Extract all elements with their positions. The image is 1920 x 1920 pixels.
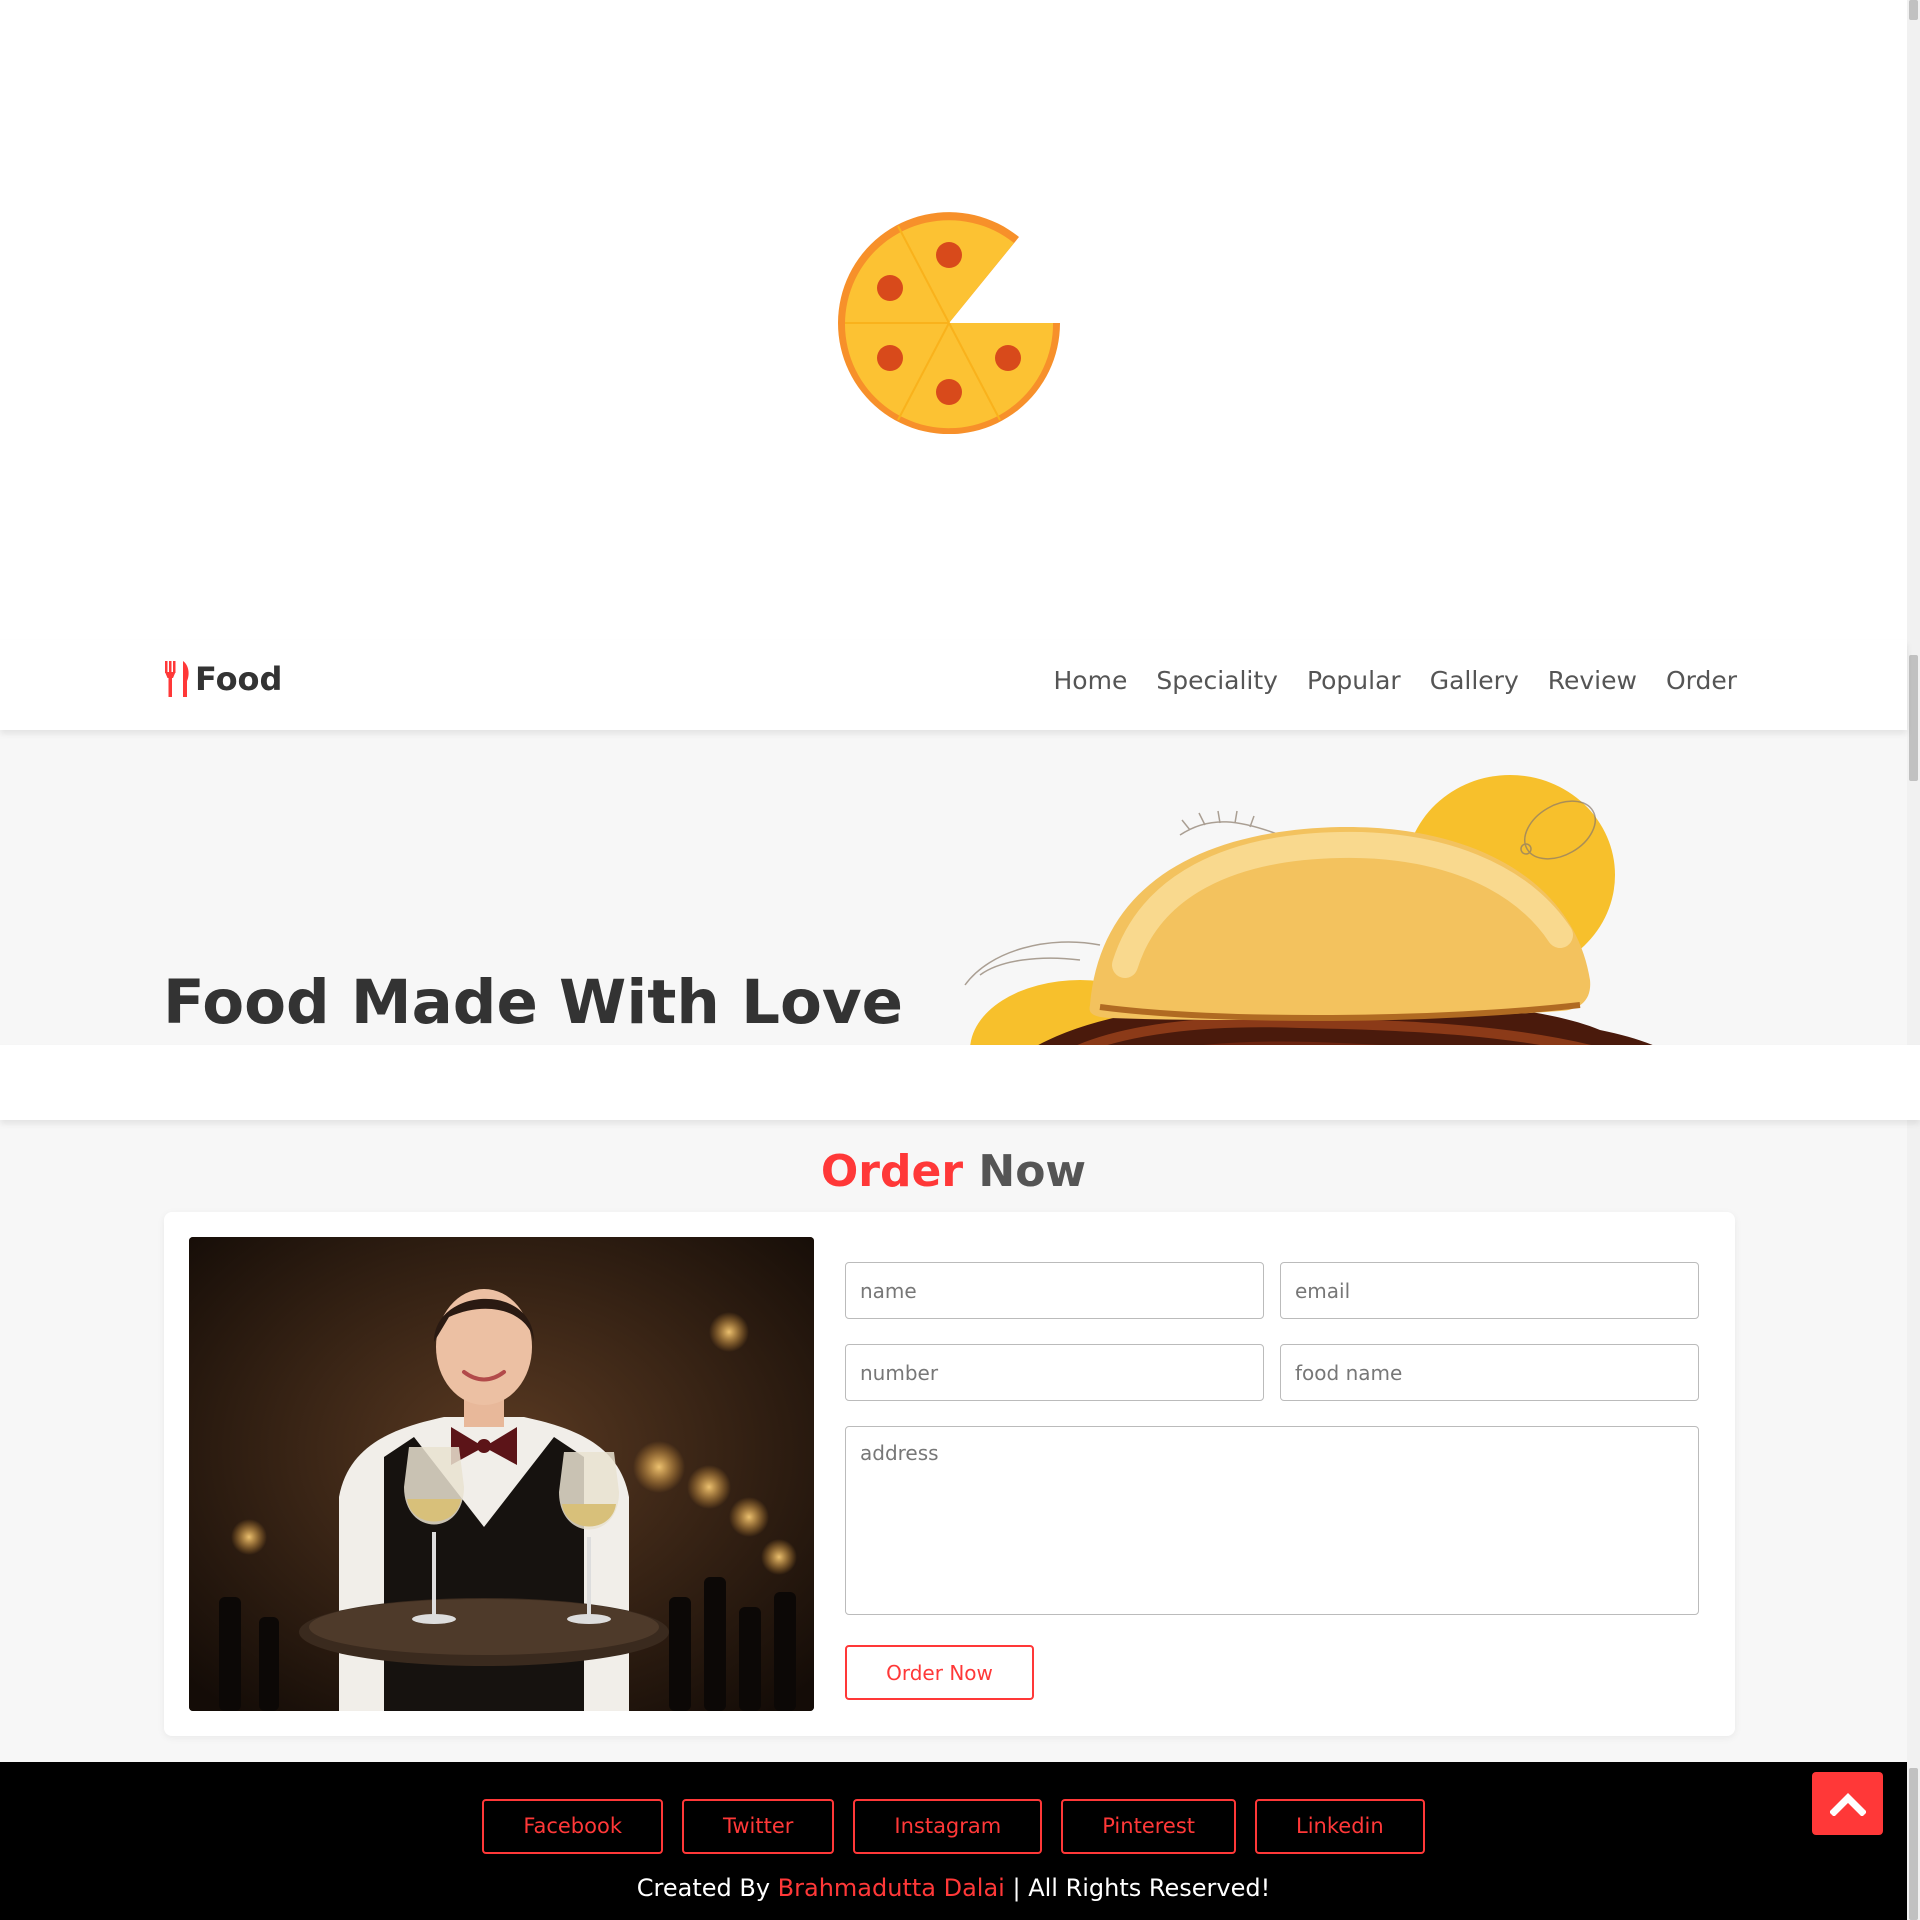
food-name-field[interactable] bbox=[1280, 1344, 1699, 1401]
facebook-link[interactable]: Facebook bbox=[482, 1799, 663, 1854]
pizza-icon bbox=[838, 212, 1060, 434]
instagram-link[interactable]: Instagram bbox=[853, 1799, 1043, 1854]
social-links: Facebook Twitter Instagram Pinterest Lin… bbox=[0, 1799, 1907, 1854]
number-field[interactable] bbox=[845, 1344, 1264, 1401]
logo-text: Food bbox=[195, 660, 283, 698]
scrollbar-thumb[interactable] bbox=[1909, 655, 1918, 781]
order-heading: Order Now bbox=[0, 1146, 1907, 1197]
order-now-button[interactable]: Order Now bbox=[845, 1645, 1034, 1700]
scroll-to-top-button[interactable] bbox=[1812, 1772, 1883, 1835]
nav-review[interactable]: Review bbox=[1548, 666, 1637, 695]
order-section: Order Now name email number food name ad… bbox=[0, 1120, 1907, 1762]
main-nav: Home Speciality Popular Gallery Review O… bbox=[1054, 666, 1738, 695]
name-field[interactable] bbox=[845, 1262, 1264, 1319]
chevron-up-icon bbox=[1829, 1792, 1866, 1816]
pinterest-link[interactable]: Pinterest bbox=[1061, 1799, 1237, 1854]
scrollbar-thumb-top[interactable] bbox=[1909, 0, 1918, 20]
credit-text: Created By Brahmadutta Dalai | All Right… bbox=[0, 1874, 1907, 1902]
section-divider bbox=[0, 1045, 1920, 1120]
nav-popular[interactable]: Popular bbox=[1307, 666, 1401, 695]
email-field[interactable] bbox=[1280, 1262, 1699, 1319]
nav-speciality[interactable]: Speciality bbox=[1156, 666, 1278, 695]
burger-image bbox=[964, 775, 1653, 1045]
page-scrollbar[interactable] bbox=[1907, 0, 1920, 1920]
header: Food Home Speciality Popular Gallery Rev… bbox=[0, 640, 1907, 730]
order-heading-rest: Now bbox=[978, 1146, 1087, 1197]
credit-suffix: | All Rights Reserved! bbox=[1004, 1874, 1271, 1902]
nav-order[interactable]: Order bbox=[1666, 666, 1737, 695]
preloader bbox=[0, 0, 1907, 640]
hero-section: Food Made With Love bbox=[0, 730, 1907, 1045]
scrollbar-thumb-bottom[interactable] bbox=[1909, 1768, 1918, 1920]
credit-prefix: Created By bbox=[636, 1874, 778, 1902]
order-heading-accent: Order bbox=[820, 1146, 964, 1197]
utensils-icon bbox=[165, 661, 189, 697]
footer: Facebook Twitter Instagram Pinterest Lin… bbox=[0, 1762, 1907, 1920]
twitter-link[interactable]: Twitter bbox=[682, 1799, 835, 1854]
address-field[interactable] bbox=[845, 1426, 1699, 1615]
linkedin-link[interactable]: Linkedin bbox=[1255, 1799, 1425, 1854]
waitress-image bbox=[189, 1237, 814, 1711]
page: Food Home Speciality Popular Gallery Rev… bbox=[0, 0, 1920, 1920]
order-card: Order Now bbox=[164, 1212, 1735, 1736]
credit-author: Brahmadutta Dalai bbox=[777, 1874, 1005, 1902]
hero-title: Food Made With Love bbox=[163, 967, 903, 1038]
nav-gallery[interactable]: Gallery bbox=[1430, 666, 1519, 695]
nav-home[interactable]: Home bbox=[1054, 666, 1128, 695]
logo[interactable]: Food bbox=[163, 660, 282, 698]
